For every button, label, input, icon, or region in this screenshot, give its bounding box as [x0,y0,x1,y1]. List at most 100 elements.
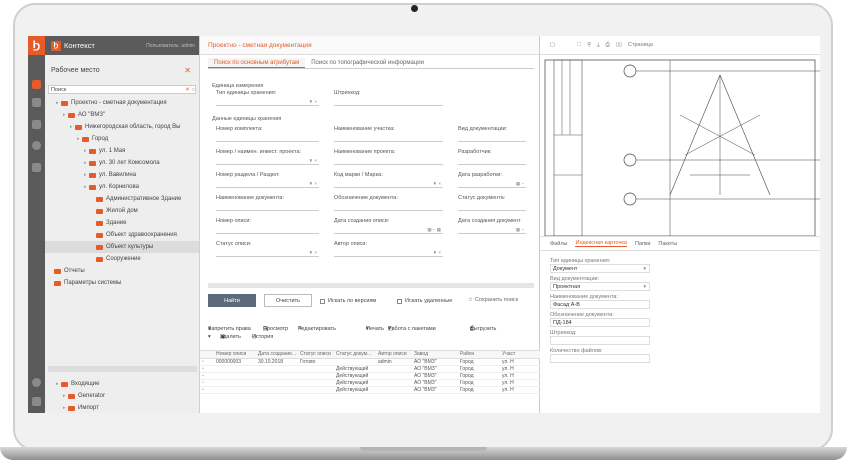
tab-packages[interactable]: Пакеты [658,241,677,247]
tree-item[interactable]: Отчеты [45,265,199,277]
card-field-value[interactable]: Документ ▼ [550,264,650,273]
tab-index-card[interactable]: Индексная карточка [575,240,627,247]
row-checkbox[interactable]: ▫ [200,366,214,372]
tree-item[interactable]: ▸ ул. 30 лет Комсомола [45,157,199,169]
inventory-author-select[interactable]: ▼ × [334,249,443,257]
tree-item[interactable]: ▸ ул. Вавилина [45,169,199,181]
column-header[interactable]: Дата создание... [256,351,298,358]
column-header[interactable]: Статус докум... [334,351,376,358]
tasks-icon[interactable] [32,120,41,129]
tree-item[interactable]: Жилой дом [45,205,199,217]
tree-item[interactable]: Административное Здание [45,193,199,205]
tree-item[interactable]: ▸ Город [45,133,199,145]
table-row[interactable]: ▫ Действующий АО "ВМЗ" Город ул. Н [200,373,540,380]
tree-item[interactable]: ▸ Проектно - сметная документация [45,97,199,109]
tree-item[interactable]: ▸ Generator [45,390,200,402]
column-header[interactable]: Участ [500,351,530,358]
search-icon[interactable]: ○ [192,87,195,93]
doc-create-date-input[interactable]: ▦ − [458,226,526,234]
table-row[interactable]: ▫ Действующий АО "ВМЗ" Город ул. Н [200,387,540,394]
tree-item[interactable]: ▸ ул. Корнилова [45,181,199,193]
download-icon[interactable]: ⤓ [597,42,599,49]
inventory-status-select[interactable]: ▼ × [216,249,319,257]
tree-item[interactable]: Объект здравоохранения [45,229,199,241]
documents-icon[interactable] [32,98,41,107]
card-field-value[interactable] [550,336,650,345]
doc-name-input[interactable] [216,203,319,211]
site-name-input[interactable] [334,134,443,142]
tree-item[interactable]: ▸ ул. 1 Мая [45,145,199,157]
tree-item[interactable]: ▸ Импорт [45,402,200,413]
doc-status-input[interactable] [458,203,526,211]
column-header[interactable]: Номер описи [214,351,256,358]
nav-icon[interactable]: ▯▯ [616,42,622,48]
scrollbar[interactable] [48,366,197,372]
complex-number-input[interactable] [216,134,319,142]
tree-item[interactable]: ▸ Входящие [45,378,200,390]
deleted-checkbox[interactable]: Искать удаленные [397,298,452,304]
by-versions-checkbox[interactable]: Искать по версиям [320,298,376,304]
clear-search-icon[interactable]: ✕ [185,87,190,93]
tree-item[interactable]: Параметры системы [45,277,199,289]
barcode-input[interactable] [334,98,443,106]
inventory-date-input[interactable]: ▦ − ▦ [334,226,443,234]
row-checkbox[interactable]: ▫ [200,373,214,379]
tab-files[interactable]: Файлы [550,241,567,247]
project-name-input[interactable] [334,157,443,165]
print-icon[interactable]: ⎙ [606,42,610,49]
tree-item[interactable]: ▸ АО "ВМЗ" [45,109,199,121]
tree-search-input[interactable]: Поиск ✕ ○ [48,85,196,94]
dropdown-arrow-icon[interactable]: ▼ [643,265,647,273]
table-row[interactable]: ▫ 000000003 30.10.2018 Готово admin АО "ВМЗ" Г… [200,359,540,366]
doc-designation-input[interactable] [334,203,443,211]
section-number-select[interactable]: ▼ × [216,180,319,188]
packages-button[interactable]: ▢ Работа с пакетами ▾ [388,326,436,332]
card-field-value[interactable]: ПД-184 [550,318,650,327]
card-field-value[interactable] [550,354,650,363]
more-arrow-icon[interactable]: ▾ [208,334,211,340]
close-icon[interactable]: ✕ [184,66,191,75]
select-all-checkbox[interactable] [200,351,214,358]
fit-icon[interactable]: ⛶ [577,42,581,49]
forbid-rights-button[interactable]: Запретить права ▾ [208,326,251,332]
checkbox-box[interactable] [397,298,402,304]
form-scrollbar[interactable] [208,283,534,288]
save-search-button[interactable]: ☆ Сохранить поиск [468,297,518,303]
favorites-icon[interactable] [32,163,41,172]
tab-folders[interactable]: Папки [635,241,650,247]
panel-toggle-icon[interactable]: ▢ [550,42,555,48]
row-checkbox[interactable]: ▫ [200,380,214,386]
column-header[interactable]: Статус описи [298,351,334,358]
dev-date-input[interactable]: ▦ − [458,180,526,188]
workspace-icon[interactable] [32,80,41,89]
column-header[interactable]: Завод [412,351,458,358]
tree-item[interactable]: Сооружение [45,253,199,265]
checkbox-box[interactable] [320,298,325,304]
row-checkbox[interactable]: ▫ [200,387,214,393]
row-checkbox[interactable]: ▫ [200,359,214,365]
tree-item[interactable]: Здание [45,217,199,229]
doc-type-input[interactable] [458,134,526,142]
dropdown-arrow-icon[interactable]: ▼ [643,283,647,291]
table-row[interactable]: ▫ Действующий АО "ВМЗ" Город ул. Н [200,380,540,387]
clear-button[interactable]: Очистить [264,294,312,307]
inventory-number-input[interactable] [216,226,319,234]
developer-input[interactable] [458,157,526,165]
find-button[interactable]: Найти [208,294,256,307]
print-button[interactable]: Печать ▾ [366,326,384,332]
brand-code-select[interactable]: ▼ × [334,180,443,188]
card-field-value[interactable]: Фасад А-В [550,300,650,309]
column-header[interactable]: Автор описи [376,351,412,358]
tab-main-attributes[interactable]: Поиск по основным атрибутам [208,58,306,68]
zoom-icon[interactable]: ⚲ [587,42,591,48]
investment-project-select[interactable]: ▼ × [216,157,319,165]
settings-icon[interactable] [32,141,41,150]
column-header[interactable]: Район [458,351,500,358]
info-icon[interactable] [32,378,41,387]
storage-type-select[interactable]: ▼ × [216,98,319,106]
tab-topographic[interactable]: Поиск по топографической информации [305,58,430,68]
table-row[interactable]: ▫ Действующий АО "ВМЗ" Город ул. Н [200,366,540,373]
card-field-value[interactable]: Проектная ▼ [550,282,650,291]
user-label[interactable]: Пользователь: admin [146,43,195,49]
tree-item[interactable]: ▸ Нижегородская область, город Вы [45,121,199,133]
